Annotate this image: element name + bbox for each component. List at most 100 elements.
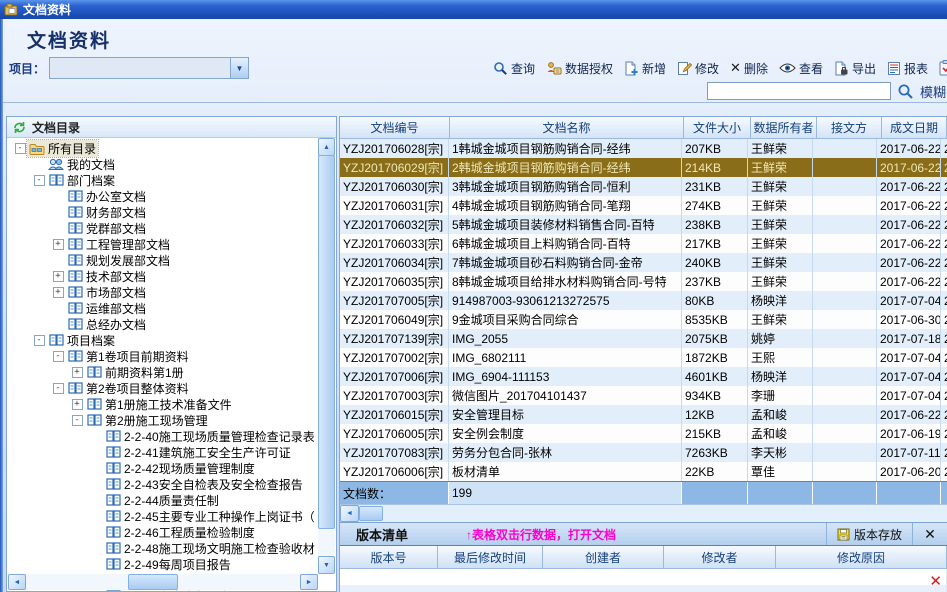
- version-column-header[interactable]: 最后修改时间: [438, 546, 543, 568]
- tree-item[interactable]: 总经办文档: [7, 316, 336, 332]
- tree-item[interactable]: 党群部文档: [7, 220, 336, 236]
- search-icon[interactable]: [897, 83, 914, 100]
- tree-item-hit-area[interactable]: 党群部文档: [65, 220, 148, 237]
- table-row[interactable]: YZJ201706035[宗] 8韩城金城项目给排水材料购销合同-号特 237K…: [340, 272, 947, 291]
- close-icon[interactable]: [929, 572, 942, 590]
- column-header[interactable]: 接文方: [817, 117, 882, 138]
- tree-expander[interactable]: [13, 143, 27, 154]
- combobox-dropdown-button[interactable]: [230, 58, 248, 78]
- tree-item-hit-area[interactable]: 所有目录: [27, 140, 98, 157]
- scroll-down-button[interactable]: [318, 556, 335, 574]
- project-combobox-value[interactable]: [50, 58, 230, 78]
- tree-item-hit-area[interactable]: 市场部文档: [65, 284, 148, 301]
- tree-expander[interactable]: [51, 287, 65, 298]
- tree-item-hit-area[interactable]: 运维部文档: [65, 300, 148, 317]
- tree-item[interactable]: 2-2-46工程质量检验制度: [7, 524, 336, 540]
- clipped-toolbar-button[interactable]: [939, 60, 947, 76]
- tree-vertical-scrollbar[interactable]: [318, 138, 335, 574]
- tree-item[interactable]: 规划发展部文档: [7, 252, 336, 268]
- column-header[interactable]: 文件大小: [684, 117, 751, 138]
- table-horizontal-scrollbar[interactable]: [340, 504, 947, 522]
- tree-horizontal-scrollbar[interactable]: [8, 574, 318, 590]
- horizontal-scroll-thumb[interactable]: [359, 506, 383, 521]
- tree-item[interactable]: 第1册施工技术准备文件: [7, 396, 336, 412]
- tree-item-hit-area[interactable]: 2-2-40施工现场质量管理检查记录表: [103, 428, 317, 445]
- tree-item[interactable]: 部门档案: [7, 172, 336, 188]
- table-row[interactable]: YZJ201706032[宗] 5韩城金城项目装修材料销售合同-百特 238KB…: [340, 215, 947, 234]
- tree-item-hit-area[interactable]: 工程管理部文档: [65, 236, 172, 253]
- table-row[interactable]: YZJ201706028[宗] 1韩城金城项目钢筋购销合同-经纬 207KB 王…: [340, 139, 947, 158]
- tree-item-hit-area[interactable]: 第1册施工技术准备文件: [84, 396, 234, 413]
- expander-box-icon[interactable]: [53, 287, 64, 298]
- view-button[interactable]: 查看: [779, 60, 823, 77]
- expander-box-icon[interactable]: [72, 367, 83, 378]
- column-header[interactable]: 数据所有者: [751, 117, 817, 138]
- column-header[interactable]: 成文日期: [882, 117, 947, 138]
- table-row[interactable]: YZJ201706033[宗] 6韩城金城项目上料购销合同-百特 217KB 王…: [340, 234, 947, 253]
- scroll-right-button[interactable]: [300, 574, 318, 590]
- tree-item-hit-area[interactable]: 2-2-41建筑施工安全生产许可证: [103, 444, 293, 461]
- tree-item-hit-area[interactable]: 2-2-43安全自检表及安全检查报告: [103, 476, 305, 493]
- tree-item-hit-area[interactable]: 部门档案: [46, 172, 117, 189]
- expander-box-icon[interactable]: [53, 351, 64, 362]
- tree-item[interactable]: 第1卷项目前期资料: [7, 348, 336, 364]
- expander-box-icon[interactable]: [53, 271, 64, 282]
- tree-item-hit-area[interactable]: 规划发展部文档: [65, 252, 172, 269]
- tree-item[interactable]: 第2册施工现场管理: [7, 412, 336, 428]
- scroll-left-button[interactable]: [340, 505, 359, 522]
- tree-expander[interactable]: [70, 367, 84, 378]
- tree-item-hit-area[interactable]: 项目档案: [46, 332, 117, 349]
- version-column-header[interactable]: 修改原因: [776, 546, 947, 568]
- table-row[interactable]: YZJ201706029[宗] 2韩城金城项目钢筋购销合同-经纬 214KB 王…: [340, 158, 947, 177]
- data-authorize-button[interactable]: 数据授权: [546, 60, 613, 77]
- tree-item[interactable]: 2-2-43安全自检表及安全检查报告: [7, 476, 336, 492]
- expander-box-icon[interactable]: [53, 239, 64, 250]
- version-close-icon[interactable]: [912, 523, 947, 545]
- version-store-button[interactable]: 版本存放: [826, 523, 912, 545]
- tree-item-hit-area[interactable]: 前期资料第1册: [84, 364, 186, 381]
- query-button[interactable]: 查询: [493, 60, 535, 77]
- tree-expander[interactable]: [51, 239, 65, 250]
- tree-item[interactable]: 项目档案: [7, 332, 336, 348]
- tree-item-hit-area[interactable]: 我的文档: [46, 156, 117, 173]
- table-row[interactable]: YZJ201707002[宗] IMG_6802111 1872KB 王熙 20…: [340, 348, 947, 367]
- tree-item[interactable]: 前期资料第1册: [7, 364, 336, 380]
- tree-item[interactable]: 办公室文档: [7, 188, 336, 204]
- project-combobox[interactable]: [49, 57, 249, 79]
- tree-item[interactable]: 2-2-45主要专业工种操作上岗证书（: [7, 508, 336, 524]
- expander-box-icon[interactable]: [34, 175, 45, 186]
- tree-item[interactable]: 财务部文档: [7, 204, 336, 220]
- refresh-icon[interactable]: [13, 121, 26, 134]
- expander-box-icon[interactable]: [53, 383, 64, 394]
- tree-item-hit-area[interactable]: 第2卷项目整体资料: [65, 380, 191, 397]
- add-button[interactable]: 新增: [624, 60, 666, 77]
- tree-expander[interactable]: [51, 351, 65, 362]
- edit-button[interactable]: 修改: [677, 60, 719, 77]
- column-header[interactable]: 文档名称: [450, 117, 684, 138]
- tree-item[interactable]: 运维部文档: [7, 300, 336, 316]
- tree-item-hit-area[interactable]: 总经办文档: [65, 316, 148, 333]
- tree-item-hit-area[interactable]: 2-2-46工程质量检验制度: [103, 524, 257, 541]
- tree-item[interactable]: 所有目录: [7, 140, 336, 156]
- tree-item-hit-area[interactable]: 第1卷项目前期资料: [65, 348, 191, 365]
- tree-expander[interactable]: [70, 415, 84, 426]
- report-button[interactable]: 报表: [887, 60, 928, 77]
- tree-item[interactable]: 2-2-40施工现场质量管理检查记录表: [7, 428, 336, 444]
- tree-item-hit-area[interactable]: 财务部文档: [65, 204, 148, 221]
- expander-box-icon[interactable]: [72, 415, 83, 426]
- tree-item[interactable]: 我的文档: [7, 156, 336, 172]
- tree-item-hit-area[interactable]: 2-2-44质量责任制: [103, 492, 221, 509]
- tree-item-hit-area[interactable]: 第2册施工现场管理: [84, 412, 210, 429]
- tree-item-hit-area[interactable]: 技术部文档: [65, 268, 148, 285]
- table-row[interactable]: YZJ201706034[宗] 7韩城金城项目砂石料购销合同-金帝 240KB …: [340, 253, 947, 272]
- tree-item[interactable]: 工程管理部文档: [7, 236, 336, 252]
- table-row[interactable]: YZJ201707139[宗] IMG_2055 2075KB 姚婷 2017-…: [340, 329, 947, 348]
- tree-item-hit-area[interactable]: 2-2-42现场质量管理制度: [103, 460, 257, 477]
- scroll-up-button[interactable]: [318, 138, 335, 156]
- table-row[interactable]: YZJ201707005[宗] 914987003-93061213272575…: [340, 291, 947, 310]
- table-row[interactable]: YZJ201706006[宗] 板材清单 22KB 覃佳 2017-06-20 …: [340, 462, 947, 481]
- tree-item[interactable]: 2-2-42现场质量管理制度: [7, 460, 336, 476]
- export-button[interactable]: 导出: [834, 60, 876, 77]
- version-column-header[interactable]: 创建者: [543, 546, 664, 568]
- horizontal-scroll-thumb[interactable]: [128, 574, 178, 590]
